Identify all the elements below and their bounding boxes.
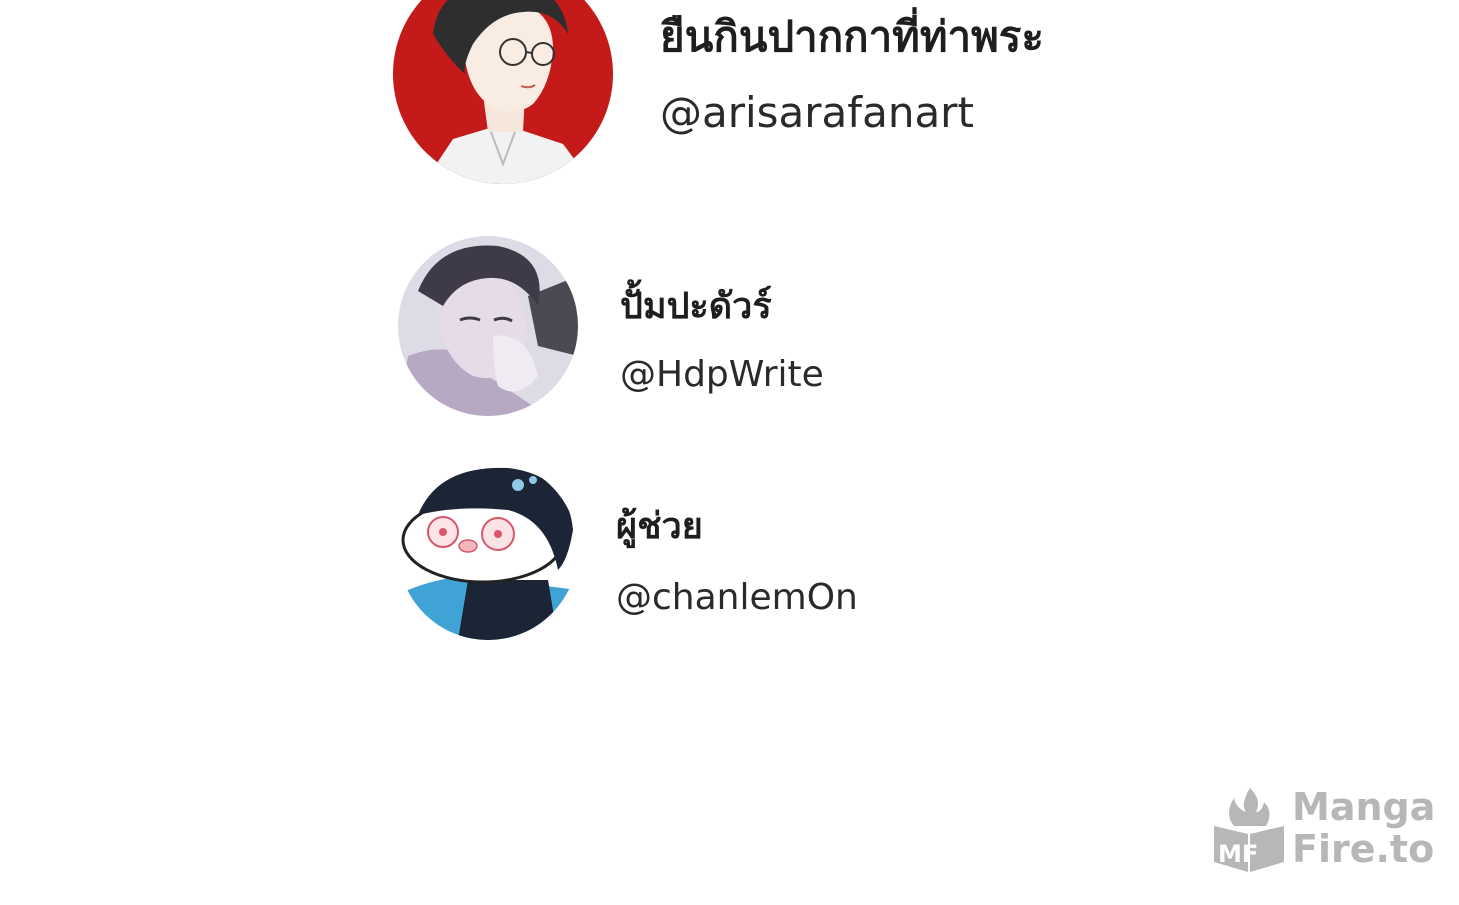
credit-handle: @HdpWrite [620, 354, 824, 395]
watermark-text: Manga Fire.to [1292, 786, 1435, 870]
watermark-line-2: Fire.to [1292, 827, 1435, 871]
mangafire-watermark: MF Manga Fire.to [1210, 786, 1435, 878]
credit-name: ปั้มปะดัวร์ [620, 286, 772, 327]
avatar-arisarafanart [393, 0, 613, 184]
flame-book-logo-icon: MF [1210, 786, 1288, 874]
credit-name: ผู้ช่วย [616, 506, 703, 547]
watermark-line-1: Manga [1292, 785, 1436, 829]
credit-handle: @chanlemOn [616, 577, 858, 618]
logo-letters: MF [1218, 840, 1258, 868]
avatar-chanlemon [398, 460, 578, 640]
credit-handle: @arisarafanart [660, 88, 974, 137]
avatar-hdpwrite [398, 236, 578, 416]
credit-name: ยืนกินปากกาที่ท่าพระ [660, 12, 1044, 61]
